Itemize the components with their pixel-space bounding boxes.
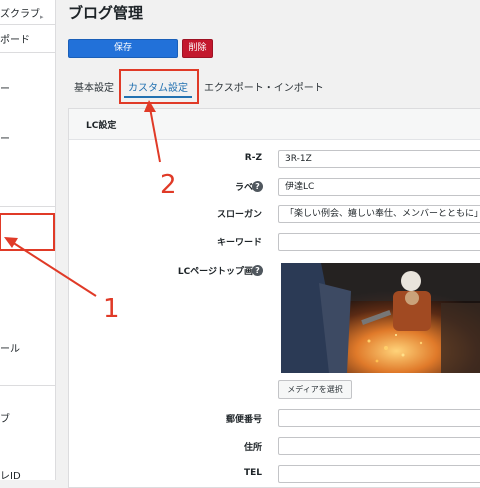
admin-sidebar: ズクラブ ▸ ポード ー ー ール ブ レID bbox=[0, 0, 56, 480]
sidebar-item-blog[interactable]: ブ bbox=[0, 410, 10, 425]
active-tab-indicator bbox=[124, 96, 192, 98]
tel-label: TEL bbox=[243, 468, 262, 478]
annotation-number-1: 1 bbox=[103, 294, 120, 324]
top-image-label: LCページトップ画像 bbox=[177, 267, 262, 277]
blacksmith-photo bbox=[281, 263, 480, 373]
tab-basic-settings[interactable]: 基本設定 bbox=[74, 79, 114, 94]
top-image-preview bbox=[281, 263, 480, 373]
address-label: 住所 bbox=[243, 443, 262, 453]
address-input[interactable] bbox=[278, 437, 480, 455]
sidebar-item-id[interactable]: レID bbox=[0, 467, 21, 480]
label-input[interactable]: 伊達LC bbox=[278, 178, 480, 196]
keyword-input[interactable] bbox=[278, 233, 480, 251]
keyword-label: キーワード bbox=[216, 238, 262, 248]
postal-input[interactable] bbox=[278, 409, 480, 427]
sidebar-item-label: レID bbox=[0, 471, 21, 480]
postal-label: 郵便番号 bbox=[225, 415, 262, 425]
sidebar-item-label: ブ bbox=[0, 414, 10, 425]
section-title: LC設定 bbox=[86, 121, 117, 131]
tab-custom-settings[interactable]: カスタム設定 bbox=[128, 79, 188, 94]
sidebar-item-label: ズクラブ bbox=[0, 9, 40, 20]
sidebar-item-tool[interactable]: ール bbox=[0, 340, 20, 355]
question-icon[interactable]: ? bbox=[252, 181, 263, 192]
page-title: ブログ管理 bbox=[68, 4, 144, 22]
panel-header bbox=[69, 109, 480, 140]
slogan-label: スローガン bbox=[216, 210, 262, 220]
select-media-button[interactable]: メディアを選択 bbox=[278, 380, 352, 399]
rz-input[interactable]: 3R-1Z bbox=[278, 150, 480, 168]
chevron-right-icon: ▸ bbox=[40, 13, 44, 21]
annotation-number-2: 2 bbox=[160, 170, 177, 200]
sidebar-divider bbox=[0, 385, 55, 386]
sidebar-divider bbox=[0, 206, 55, 207]
rz-label: R-Z bbox=[244, 153, 262, 163]
sidebar-item-board[interactable]: ポード bbox=[0, 31, 30, 46]
sidebar-item-dash-2[interactable]: ー bbox=[0, 130, 10, 145]
sidebar-item-label: ール bbox=[0, 344, 20, 355]
tel-input[interactable] bbox=[278, 465, 480, 483]
sidebar-item-dash-1[interactable]: ー bbox=[0, 80, 10, 95]
slogan-input[interactable]: 「楽しい例会、嬉しい奉仕、メンバーとともに」 bbox=[278, 205, 480, 223]
question-icon[interactable]: ? bbox=[252, 265, 263, 276]
save-button[interactable]: 保存 bbox=[68, 39, 178, 58]
tab-export-import[interactable]: エクスポート・インポート bbox=[204, 79, 324, 94]
sidebar-divider bbox=[0, 24, 55, 25]
delete-button[interactable]: 削除 bbox=[182, 39, 213, 58]
sidebar-item-label: ポード bbox=[0, 35, 30, 46]
sidebar-divider bbox=[0, 52, 55, 53]
sidebar-item-club[interactable]: ズクラブ ▸ bbox=[0, 5, 44, 21]
